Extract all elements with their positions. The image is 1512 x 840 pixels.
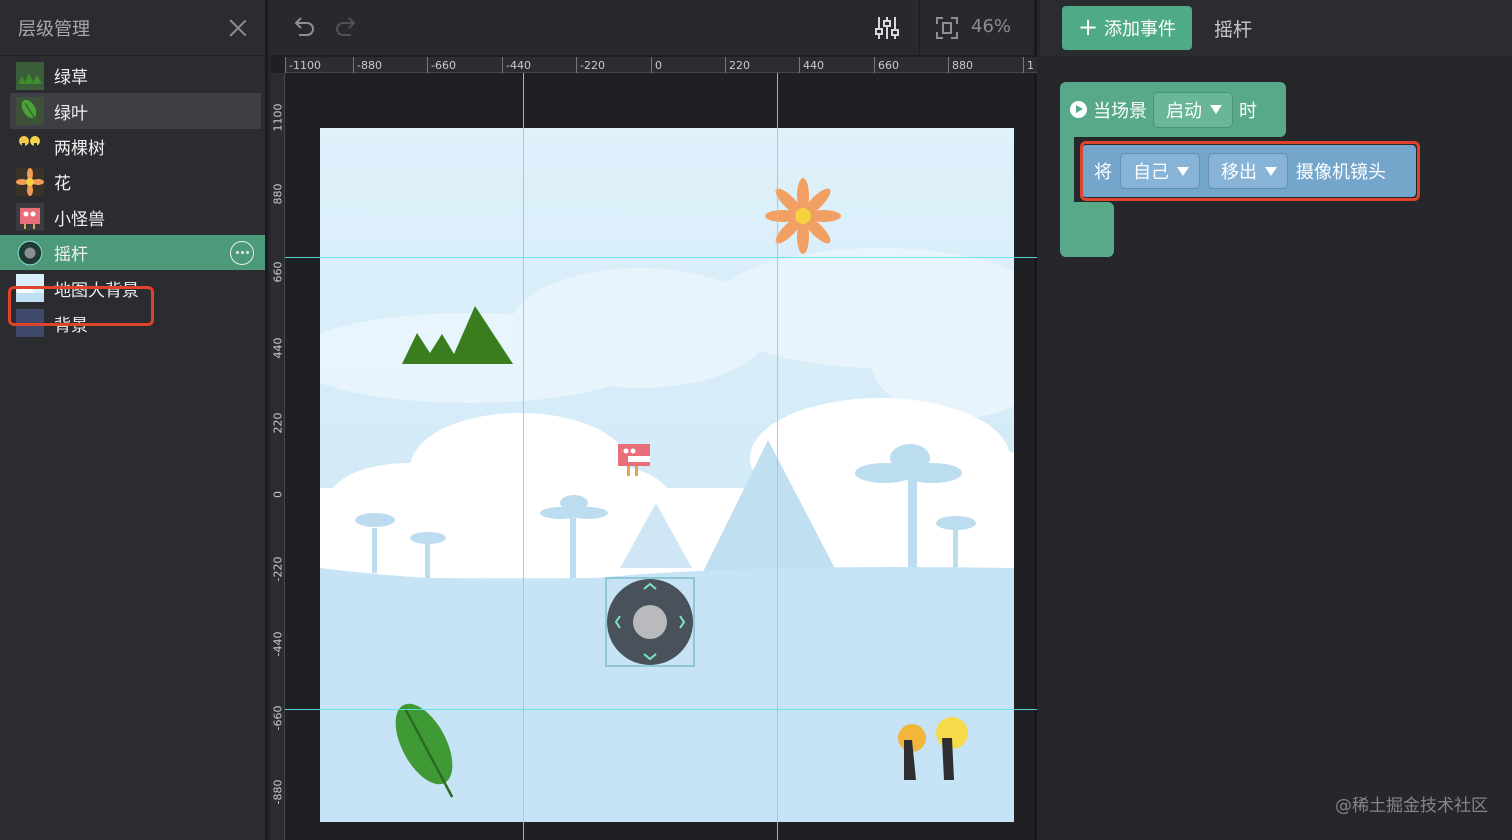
plus-icon: + xyxy=(1077,13,1099,41)
ruler-tick: -660 xyxy=(427,57,456,73)
redo-icon[interactable] xyxy=(333,14,361,42)
layer-label: 绿草 xyxy=(54,68,88,89)
ruler-tick: -440 xyxy=(271,631,285,657)
ruler-tick: 440 xyxy=(799,57,824,73)
layer-item-background[interactable]: 背景 xyxy=(0,306,265,341)
add-event-label: 添加事件 xyxy=(1104,19,1177,40)
trees-icon xyxy=(16,132,44,161)
command-suffix: 摄像机镜头 xyxy=(1296,162,1386,183)
stage-area: 46% -1100 -880 -660 -440 -220 0 220 440 … xyxy=(271,0,1037,840)
ruler-tick: -1100 xyxy=(285,57,321,73)
ruler-tick: 440 xyxy=(271,337,285,359)
dropdown-arrow-icon xyxy=(1177,166,1189,176)
settings-sliders-icon[interactable] xyxy=(873,14,901,42)
ruler-vertical: 1100 880 660 440 220 0 -220 -440 -660 -8… xyxy=(271,73,285,840)
command-prefix: 将 xyxy=(1094,162,1112,183)
guide-line-horizontal xyxy=(285,709,1037,710)
ruler-tick: 660 xyxy=(271,261,285,283)
layer-item-trees[interactable]: 两棵树 xyxy=(0,129,265,164)
play-icon xyxy=(1070,101,1087,118)
action-dropdown[interactable]: 移出 xyxy=(1208,153,1288,189)
ruler-tick: 220 xyxy=(271,412,285,434)
leaf-icon xyxy=(16,97,44,126)
layer-label: 小怪兽 xyxy=(54,209,105,230)
add-event-button[interactable]: + 添加事件 xyxy=(1062,6,1192,50)
subject-dropdown[interactable]: 自己 xyxy=(1120,153,1200,189)
joystick-icon xyxy=(16,239,44,267)
monster-icon xyxy=(16,203,44,232)
layer-label: 地图大背景 xyxy=(54,280,139,301)
more-options-icon[interactable] xyxy=(230,240,254,265)
guide-line-horizontal xyxy=(285,257,1037,258)
layer-item-joystick[interactable]: 摇杆 xyxy=(0,234,265,271)
fit-screen-icon[interactable] xyxy=(933,14,961,42)
ruler-tick: -220 xyxy=(271,556,285,582)
layer-label: 背景 xyxy=(54,315,88,336)
layer-panel-header: 层级管理 xyxy=(0,0,265,56)
ruler-tick: 0 xyxy=(271,491,285,498)
event-block-spine xyxy=(1060,137,1074,205)
flower-icon xyxy=(16,167,44,196)
ruler-tick: 220 xyxy=(725,57,750,73)
ruler-tick: 1100 xyxy=(271,103,285,132)
event-panel: + 添加事件 摇杆 当场景 启动 时 将 自己 移出 摄像机镜头 @稀土掘金技术… xyxy=(1040,0,1512,840)
layer-label: 绿叶 xyxy=(54,103,88,124)
hat-block-suffix: 时 xyxy=(1239,100,1257,122)
action-value: 移出 xyxy=(1221,162,1257,183)
ruler-tick: 880 xyxy=(948,57,973,73)
scene-artwork xyxy=(320,178,1014,822)
layer-item-grass[interactable]: 绿草 xyxy=(0,58,265,93)
guide-line-vertical xyxy=(777,73,778,840)
undo-icon[interactable] xyxy=(289,14,317,42)
scene-canvas[interactable] xyxy=(320,128,1014,822)
ruler-tick: -220 xyxy=(576,57,605,73)
ruler-tick: -660 xyxy=(271,705,285,731)
dropdown-arrow-icon xyxy=(1210,105,1222,114)
dropdown-arrow-icon xyxy=(1265,166,1277,176)
background-icon xyxy=(16,309,44,338)
zoom-level[interactable]: 46% xyxy=(971,16,1011,37)
event-target-name: 摇杆 xyxy=(1214,18,1253,41)
layer-label: 花 xyxy=(54,174,71,195)
layer-label: 两棵树 xyxy=(54,138,105,159)
close-icon[interactable] xyxy=(227,17,249,39)
layer-item-map-background[interactable]: 地图大背景 xyxy=(0,270,265,305)
layer-panel-title: 层级管理 xyxy=(18,18,90,40)
ruler-tick: -440 xyxy=(502,57,531,73)
event-block-foot xyxy=(1060,202,1114,257)
layer-label: 摇杆 xyxy=(54,245,88,266)
ruler-tick: 0 xyxy=(651,57,662,73)
layer-panel: 层级管理 绿草 绿叶 两棵树 花 小怪兽 摇杆 地图大背景 背景 xyxy=(0,0,268,840)
hat-block-prefix: 当场景 xyxy=(1093,100,1147,122)
ruler-horizontal: -1100 -880 -660 -440 -220 0 220 440 660 … xyxy=(285,57,1037,73)
ruler-tick: 660 xyxy=(874,57,899,73)
layer-list: 绿草 绿叶 两棵树 花 小怪兽 摇杆 地图大背景 背景 xyxy=(0,56,265,341)
ruler-tick: 1 xyxy=(1023,57,1034,73)
event-panel-header: + 添加事件 摇杆 xyxy=(1040,0,1512,56)
map-background-icon xyxy=(16,274,44,303)
ruler-tick: -880 xyxy=(271,779,285,805)
scene-event-dropdown[interactable]: 启动 xyxy=(1153,91,1233,128)
layer-item-leaf[interactable]: 绿叶 xyxy=(10,93,261,129)
subject-value: 自己 xyxy=(1133,162,1169,183)
ruler-tick: 880 xyxy=(271,183,285,205)
layer-item-monster[interactable]: 小怪兽 xyxy=(0,200,265,235)
stage-toolbar: 46% xyxy=(271,0,1034,56)
ruler-tick: -880 xyxy=(353,57,382,73)
guide-line-vertical xyxy=(523,73,524,840)
grass-icon xyxy=(16,61,44,90)
event-hat-block[interactable]: 当场景 启动 时 xyxy=(1060,82,1286,137)
camera-command-block[interactable]: 将 自己 移出 摄像机镜头 xyxy=(1082,145,1416,197)
watermark: @稀土掘金技术社区 xyxy=(1335,796,1488,816)
toolbar-divider xyxy=(919,0,920,56)
scene-event-value: 启动 xyxy=(1166,100,1202,122)
layer-item-flower[interactable]: 花 xyxy=(0,164,265,199)
